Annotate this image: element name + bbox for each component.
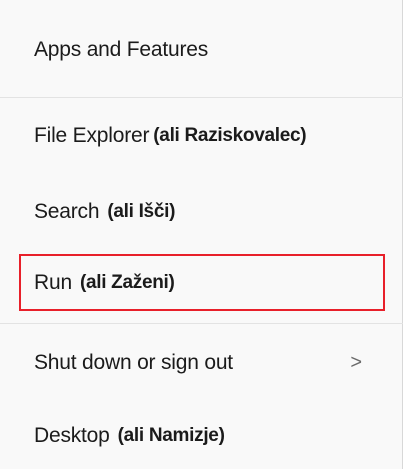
menu-item-apps-and-features[interactable]: Apps and Features bbox=[0, 25, 390, 75]
menu-separator bbox=[0, 323, 403, 324]
menu-item-label: Apps and Features bbox=[34, 38, 209, 61]
menu-item-shut-down-or-sign-out[interactable]: Shut down or sign out > bbox=[0, 338, 390, 388]
menu-item-label: Desktop bbox=[34, 424, 110, 447]
context-menu: Apps and Features File Explorer (ali Raz… bbox=[0, 0, 403, 469]
menu-item-search[interactable]: Search (ali Išči) bbox=[0, 187, 390, 237]
menu-separator bbox=[0, 97, 403, 98]
menu-item-desktop[interactable]: Desktop (ali Namizje) bbox=[0, 411, 390, 461]
chevron-right-icon: > bbox=[350, 351, 362, 374]
menu-item-translation: (ali Raziskovalec) bbox=[153, 125, 307, 146]
menu-item-translation: (ali Namizje) bbox=[117, 425, 225, 446]
menu-item-label: Search bbox=[34, 200, 100, 223]
menu-item-file-explorer[interactable]: File Explorer (ali Raziskovalec) bbox=[0, 111, 390, 161]
menu-item-label: Shut down or sign out bbox=[34, 351, 233, 374]
run-highlight-box bbox=[19, 254, 385, 311]
menu-item-translation: (ali Išči) bbox=[107, 201, 176, 222]
menu-item-label: File Explorer bbox=[34, 124, 150, 147]
